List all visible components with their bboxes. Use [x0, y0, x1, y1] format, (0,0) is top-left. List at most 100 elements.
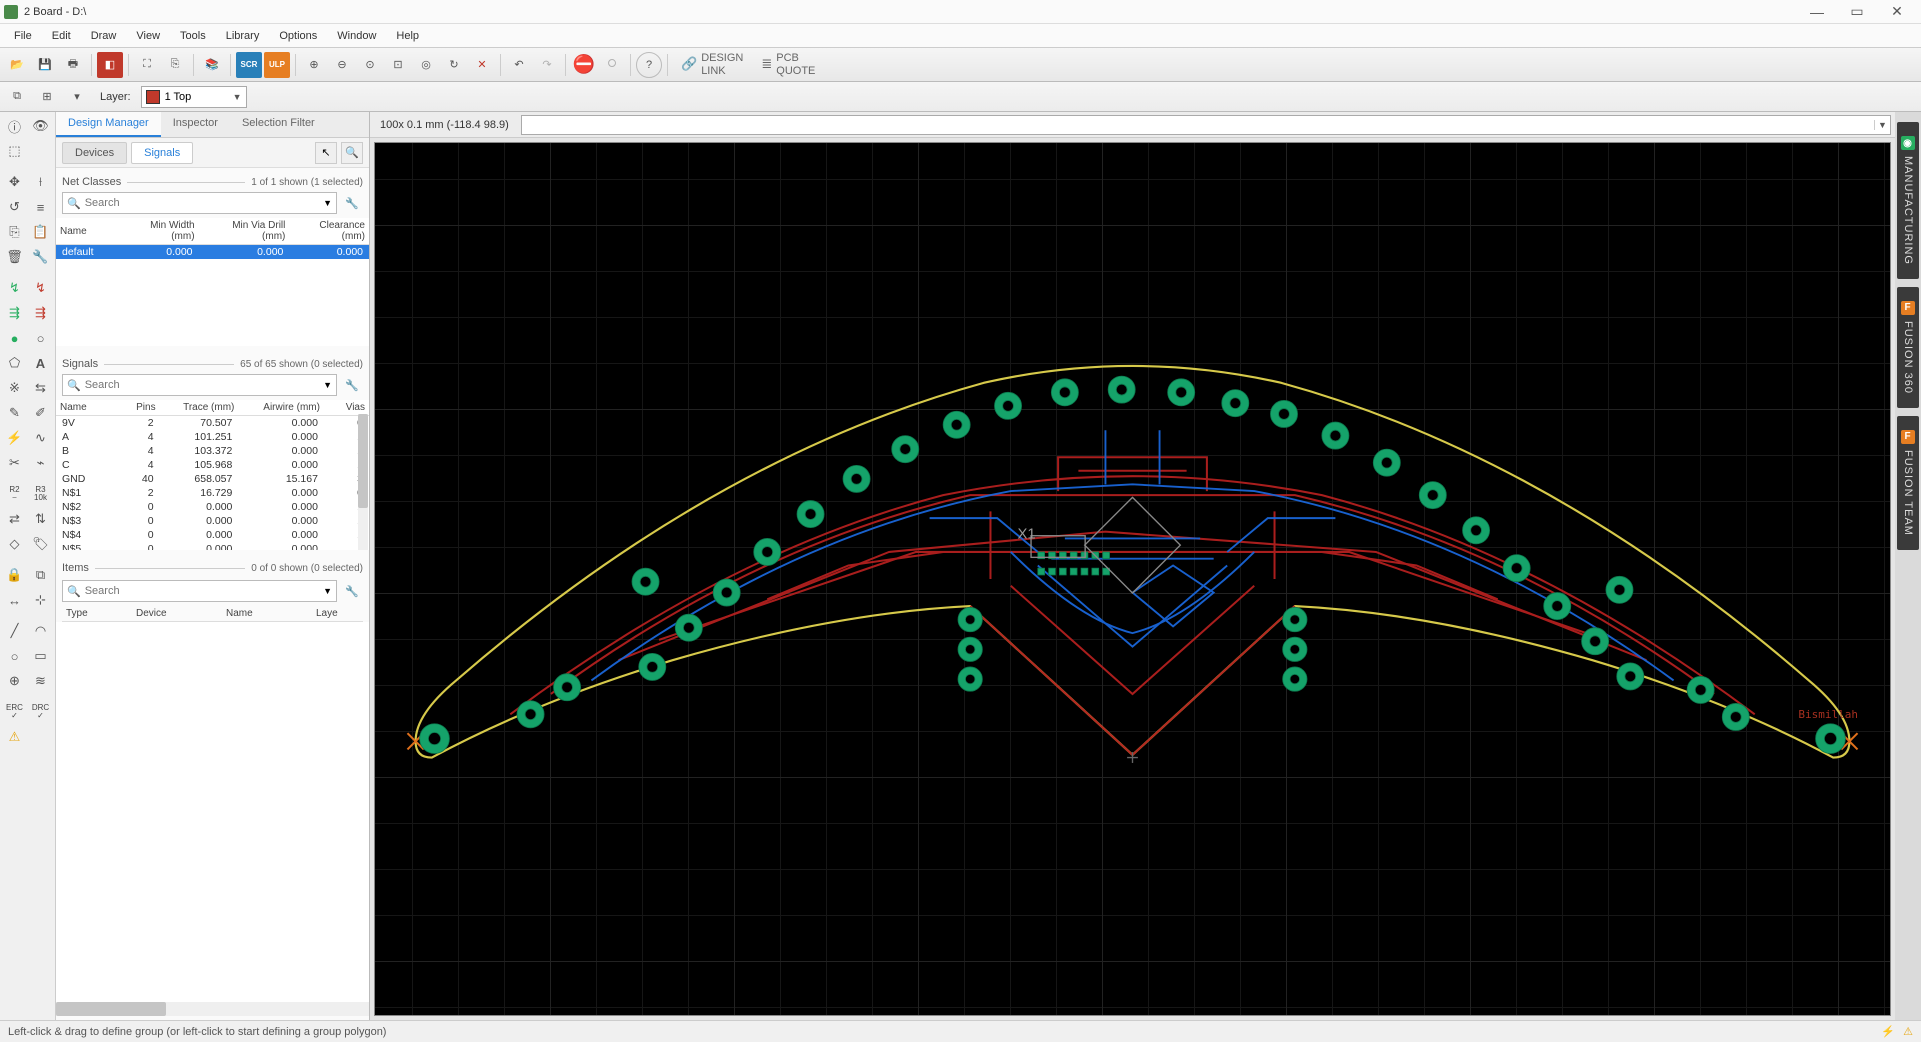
items-search-box[interactable]: 🔍 ▼ [62, 580, 337, 602]
info-tool[interactable]: ⓘ [2, 114, 27, 138]
menu-options[interactable]: Options [269, 27, 327, 45]
replace-tool[interactable]: ⇄ [2, 507, 27, 531]
pcb-quote-button[interactable]: ≣PCB QUOTE [753, 52, 823, 76]
grid-icon[interactable]: ⊞ [34, 84, 60, 110]
col-layer[interactable]: Laye [312, 606, 363, 622]
mirror-tool[interactable]: ⟊ [28, 170, 53, 194]
arc-tool[interactable]: ◠ [28, 619, 53, 643]
signals-search-box[interactable]: 🔍 ▼ [62, 374, 337, 396]
col-type[interactable]: Type [62, 606, 132, 622]
tab-inspector[interactable]: Inspector [161, 112, 230, 137]
net-search-input[interactable] [85, 197, 319, 209]
autoroute-tool[interactable]: ⇆ [28, 376, 53, 400]
settings-icon[interactable]: 🔧 [341, 580, 363, 602]
rect-tool[interactable]: ▭ [28, 644, 53, 668]
zoom-icon[interactable]: 🔍 [341, 142, 363, 164]
stop-button[interactable]: ⛔ [571, 52, 597, 78]
route-tool[interactable]: ↯ [2, 276, 27, 300]
net-search-box[interactable]: 🔍 ▼ [62, 192, 337, 214]
menu-tools[interactable]: Tools [170, 27, 216, 45]
zoom-fit-button[interactable]: ⊙ [357, 52, 383, 78]
cam-button[interactable]: ⛶ [134, 52, 160, 78]
panel-h-scroll[interactable] [56, 1002, 369, 1016]
errors-button[interactable]: ⚠ [2, 725, 27, 749]
signal-row[interactable]: GND40658.05715.1673 [56, 472, 369, 486]
redo-button[interactable]: ↷ [534, 52, 560, 78]
erc-button[interactable]: ERC✓ [2, 700, 27, 724]
menu-library[interactable]: Library [216, 27, 270, 45]
zoom-select-button[interactable]: ◎ [413, 52, 439, 78]
chevron-down-icon[interactable]: ▼ [323, 380, 332, 390]
name-tool[interactable]: ✎ [2, 401, 27, 425]
ripup-multi-tool[interactable]: ⇶ [28, 301, 53, 325]
redraw-button[interactable]: ↻ [441, 52, 467, 78]
col-name[interactable]: Name [56, 218, 121, 245]
maximize-button[interactable]: ▭ [1837, 1, 1877, 23]
dimension-tool[interactable]: ↔ [2, 588, 27, 612]
settings-icon[interactable]: 🔧 [341, 192, 363, 214]
r3-10k-label[interactable]: R310k [28, 482, 53, 506]
print-button[interactable]: 🖶 [60, 52, 86, 78]
filter-icon[interactable]: ▾ [64, 84, 90, 110]
signal-row[interactable]: B4103.3720.0001 [56, 444, 369, 458]
col-pins[interactable]: Pins [115, 400, 160, 416]
paste-tool[interactable]: 📋 [28, 220, 53, 244]
menu-view[interactable]: View [126, 27, 170, 45]
go-button[interactable]: ⭘ [599, 52, 625, 78]
optimize-tool[interactable]: ⌁ [28, 451, 53, 475]
ratsnest-tool[interactable]: ※ [2, 376, 27, 400]
col-trace[interactable]: Trace (mm) [160, 400, 239, 416]
chevron-down-icon[interactable]: ▼ [323, 198, 332, 208]
mark-tool[interactable]: ⊕ [2, 669, 27, 693]
items-search-input[interactable] [85, 585, 319, 597]
signals-search-input[interactable] [85, 379, 319, 391]
crosshair-button[interactable]: ✕ [469, 52, 495, 78]
minimize-button[interactable]: — [1797, 1, 1837, 23]
sync-icon[interactable]: ⚡ [1881, 1025, 1895, 1038]
ripup-tool[interactable]: ↯ [28, 276, 53, 300]
scr-button[interactable]: SCR [236, 52, 262, 78]
col-device[interactable]: Device [132, 606, 222, 622]
schematic-switch-button[interactable]: ◧ [97, 52, 123, 78]
align-tool[interactable]: ≡ [28, 195, 53, 219]
layers-tool[interactable] [28, 139, 53, 163]
manufacture-button[interactable]: ⎘ [162, 52, 188, 78]
signal-row[interactable]: C4105.9680.0001 [56, 458, 369, 472]
signal-row[interactable]: N$300.0000.0001 [56, 514, 369, 528]
tab-manufacturing[interactable]: ◉MANUFACTURING [1897, 122, 1919, 279]
smash-tool[interactable]: ⚡ [2, 426, 27, 450]
zoom-window-button[interactable]: ⊡ [385, 52, 411, 78]
highlight-tool[interactable]: 👁 [28, 114, 53, 138]
menu-help[interactable]: Help [386, 27, 429, 45]
polygon-tool[interactable]: ⬠ [2, 351, 27, 375]
undo-button[interactable]: ↶ [506, 52, 532, 78]
rotate-tool[interactable]: ↺ [2, 195, 27, 219]
tab-fusion-360[interactable]: FFUSION 360 [1897, 287, 1919, 408]
attribute-tool[interactable]: ◇ [2, 532, 27, 556]
layers-icon[interactable]: ⧉ [4, 84, 30, 110]
delete-tool[interactable]: 🗑 [2, 245, 27, 269]
tag-tool[interactable]: 🏷 [28, 532, 53, 556]
menu-window[interactable]: Window [327, 27, 386, 45]
circle-tool[interactable]: ○ [2, 644, 27, 668]
value-tool[interactable]: ✐ [28, 401, 53, 425]
library-button[interactable]: 📚 [199, 52, 225, 78]
line-tool[interactable]: ╱ [2, 619, 27, 643]
warning-icon[interactable]: ⚠ [1903, 1025, 1913, 1038]
r2-label[interactable]: R2⎯ [2, 482, 27, 506]
pinswap-tool[interactable]: ⇅ [28, 507, 53, 531]
net-row-default[interactable]: default 0.000 0.000 0.000 [56, 245, 369, 260]
split-tool[interactable]: ✂ [2, 451, 27, 475]
layer-select[interactable]: 1 Top ▼ [141, 86, 247, 108]
save-button[interactable]: 💾 [32, 52, 58, 78]
zoom-out-button[interactable]: ⊖ [329, 52, 355, 78]
menu-file[interactable]: File [4, 27, 42, 45]
design-link-button[interactable]: 🔗DESIGN LINK [673, 52, 751, 76]
subtab-devices[interactable]: Devices [62, 142, 127, 164]
pick-icon[interactable]: ↖ [315, 142, 337, 164]
tab-design-manager[interactable]: Design Manager [56, 112, 161, 137]
meander-tool[interactable]: ≋ [28, 669, 53, 693]
copy-tool[interactable]: ⎘ [2, 220, 27, 244]
select-tool[interactable]: ⬚ [2, 139, 27, 163]
chevron-down-icon[interactable]: ▼ [1874, 120, 1890, 130]
